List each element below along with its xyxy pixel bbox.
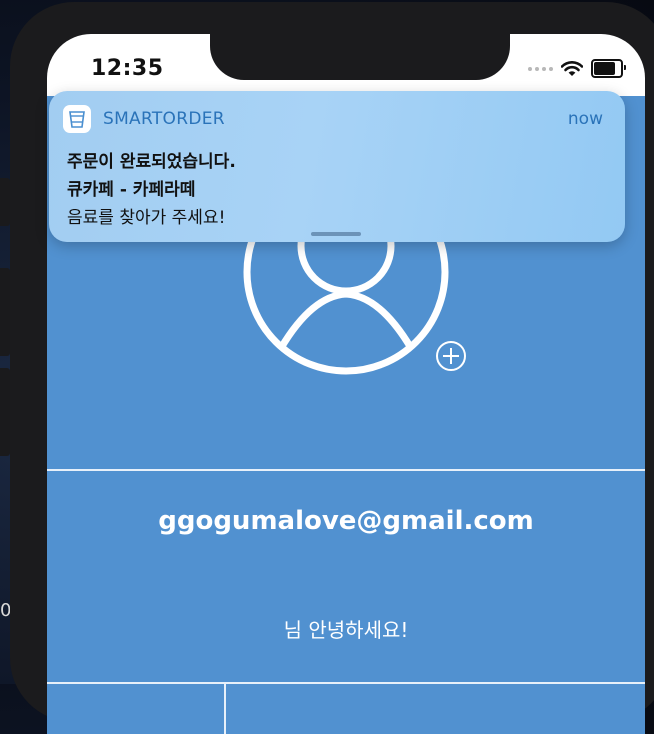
phone-side-button xyxy=(0,178,10,226)
notification-title: 주문이 완료되었습니다. xyxy=(67,152,236,172)
signal-icon xyxy=(528,66,553,71)
notification-app-name: SMARTORDER xyxy=(103,109,225,129)
user-email: ggogumalove@gmail.com xyxy=(158,506,534,536)
phone-volume-up-button xyxy=(0,268,10,356)
push-notification[interactable]: SMARTORDER now 주문이 완료되었습니다. 큐카페 - 카페라떼 음… xyxy=(49,91,625,242)
wifi-icon xyxy=(561,60,583,76)
phone-volume-down-button xyxy=(0,368,10,456)
greeting-text: 님 안녕하세요! xyxy=(283,618,409,642)
notification-drag-handle[interactable] xyxy=(311,232,361,236)
battery-icon xyxy=(591,59,626,78)
divider xyxy=(47,469,645,471)
notification-body: 음료를 찾아가 주세요! xyxy=(67,208,226,228)
status-icons xyxy=(528,59,626,78)
notification-subtitle: 큐카페 - 카페라떼 xyxy=(67,180,196,200)
smartorder-app-icon xyxy=(63,105,91,133)
notification-time: now xyxy=(567,109,603,129)
vertical-divider xyxy=(224,682,226,734)
notch xyxy=(210,34,510,80)
add-photo-icon[interactable] xyxy=(436,341,466,371)
status-time: 12:35 xyxy=(91,56,164,81)
